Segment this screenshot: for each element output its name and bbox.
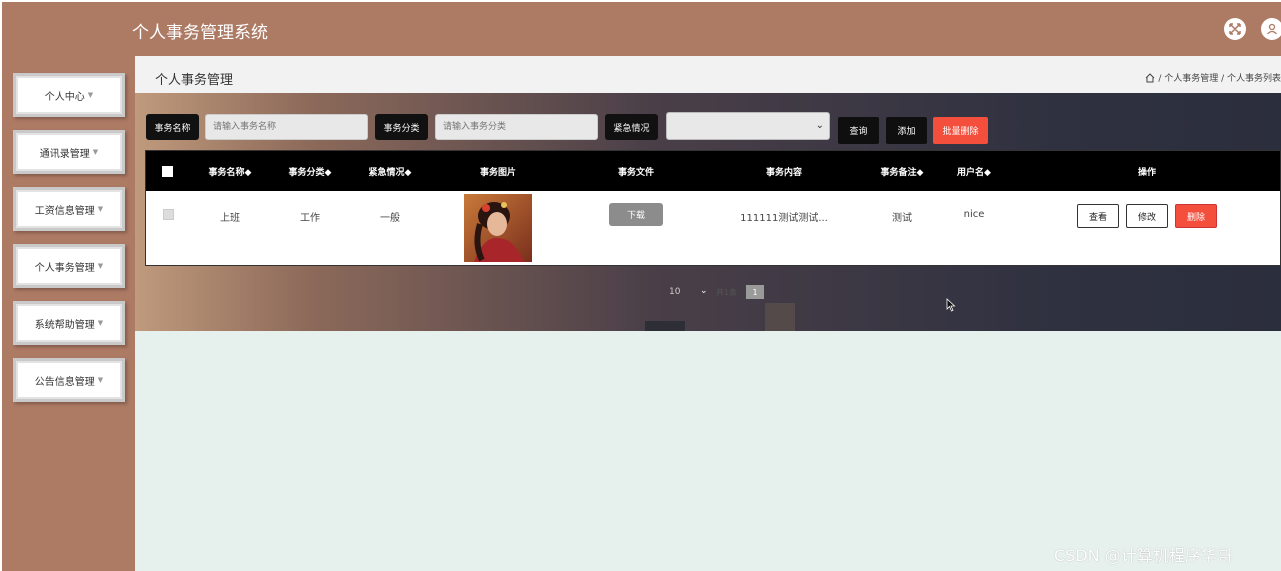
chevron-down-icon: ▼ — [87, 91, 94, 99]
chevron-down-icon: ▼ — [92, 148, 99, 156]
top-header: 个人事务管理系统 — [2, 2, 1281, 56]
sidebar-item-affairs[interactable]: 个人事务管理 ▼ — [13, 244, 125, 288]
name-search-input[interactable] — [205, 114, 368, 140]
column-header[interactable]: 事务名称◆ — [209, 165, 252, 178]
cell-category: 工作 — [300, 213, 320, 224]
edit-button[interactable]: 修改 — [1126, 204, 1168, 228]
sidebar-item-label: 通讯录管理 — [39, 148, 90, 160]
mouse-cursor-icon — [946, 298, 956, 312]
app-title: 个人事务管理系统 — [132, 23, 268, 43]
select-all-checkbox[interactable] — [162, 166, 173, 177]
column-header: 事务图片 — [479, 168, 517, 178]
sidebar-item-help[interactable]: 系统帮助管理 ▼ — [13, 301, 125, 345]
sidebar-item-label: 个人中心 — [44, 91, 85, 103]
user-icon[interactable] — [1261, 18, 1281, 40]
cell-urgency: 一般 — [380, 213, 400, 224]
cell-name: 上班 — [220, 213, 240, 224]
column-header[interactable]: 事务分类◆ — [289, 165, 332, 178]
category-filter-label: 事务分类 — [375, 114, 428, 140]
chevron-down-icon[interactable]: ⌄ — [700, 286, 708, 296]
sidebar-item-contacts[interactable]: 通讯录管理 ▼ — [13, 130, 125, 174]
total-count: 共1条 — [716, 288, 738, 297]
delete-button[interactable]: 删除 — [1175, 204, 1217, 228]
skyline-decoration — [765, 303, 795, 331]
urgency-select[interactable]: ⌄ — [666, 112, 830, 140]
sidebar-item-announcements[interactable]: 公告信息管理 ▼ — [13, 358, 125, 402]
page-title: 个人事务管理 — [155, 73, 234, 88]
category-search-input[interactable] — [435, 114, 598, 140]
cell-username: nice — [963, 209, 985, 220]
page-header: 个人事务管理 / 个人事务管理 / 个人事务列表 — [135, 56, 1281, 93]
cell-remark: 测试 — [892, 213, 912, 224]
query-button[interactable]: 查询 — [838, 117, 879, 144]
cell-content: 111111测试测试... — [740, 213, 828, 224]
row-checkbox[interactable] — [163, 209, 174, 220]
breadcrumb: / 个人事务管理 / 个人事务列表 — [1145, 71, 1281, 84]
fullscreen-icon[interactable] — [1224, 18, 1246, 40]
chevron-down-icon: ▼ — [97, 376, 104, 384]
chevron-down-icon: ⌄ — [815, 120, 824, 131]
add-button[interactable]: 添加 — [886, 117, 927, 144]
sidebar-item-label: 公告信息管理 — [34, 376, 95, 388]
column-header: 事务文件 — [617, 168, 655, 178]
chevron-down-icon: ▼ — [97, 319, 104, 327]
name-filter-label: 事务名称 — [146, 114, 199, 140]
column-header: 操作 — [1137, 168, 1157, 178]
column-header[interactable]: 用户名◆ — [957, 165, 991, 178]
sidebar-item-personal-center[interactable]: 个人中心 ▼ — [13, 73, 125, 117]
breadcrumb-text: / 个人事务管理 / 个人事务列表 — [1158, 74, 1281, 84]
home-icon[interactable] — [1145, 72, 1155, 83]
watermark: CSDN @计算机程序华哥 — [1054, 546, 1233, 565]
sidebar-item-salary[interactable]: 工资信息管理 ▼ — [13, 187, 125, 231]
chevron-down-icon: ▼ — [97, 205, 104, 213]
table-header: 事务名称◆ 事务分类◆ 紧急情况◆ 事务图片 事务文件 事务内容 事务备注◆ 用… — [146, 151, 1280, 191]
column-header: 事务内容 — [765, 168, 803, 178]
column-header[interactable]: 事务备注◆ — [881, 165, 924, 178]
column-header[interactable]: 紧急情况◆ — [369, 165, 412, 178]
urgency-filter-label: 紧急情况 — [605, 114, 658, 140]
affair-image[interactable] — [464, 194, 532, 262]
page-number-button[interactable]: 1 — [746, 285, 764, 299]
skyline-decoration — [645, 321, 685, 331]
view-button[interactable]: 查看 — [1077, 204, 1119, 228]
sidebar-item-label: 工资信息管理 — [34, 205, 95, 217]
sidebar-item-label: 个人事务管理 — [34, 262, 95, 274]
batch-delete-button[interactable]: 批量删除 — [933, 117, 988, 144]
sidebar: 个人中心 ▼ 通讯录管理 ▼ 工资信息管理 ▼ 个人事务管理 ▼ 系统帮助管理 ▼ 公告信… — [2, 56, 135, 571]
sidebar-item-label: 系统帮助管理 — [34, 319, 95, 331]
chevron-down-icon: ▼ — [97, 262, 104, 270]
affairs-table: 事务名称◆ 事务分类◆ 紧急情况◆ 事务图片 事务文件 事务内容 事务备注◆ 用… — [145, 150, 1281, 266]
download-button[interactable]: 下载 — [609, 203, 663, 226]
page-size-select[interactable]: 10 — [669, 287, 680, 297]
